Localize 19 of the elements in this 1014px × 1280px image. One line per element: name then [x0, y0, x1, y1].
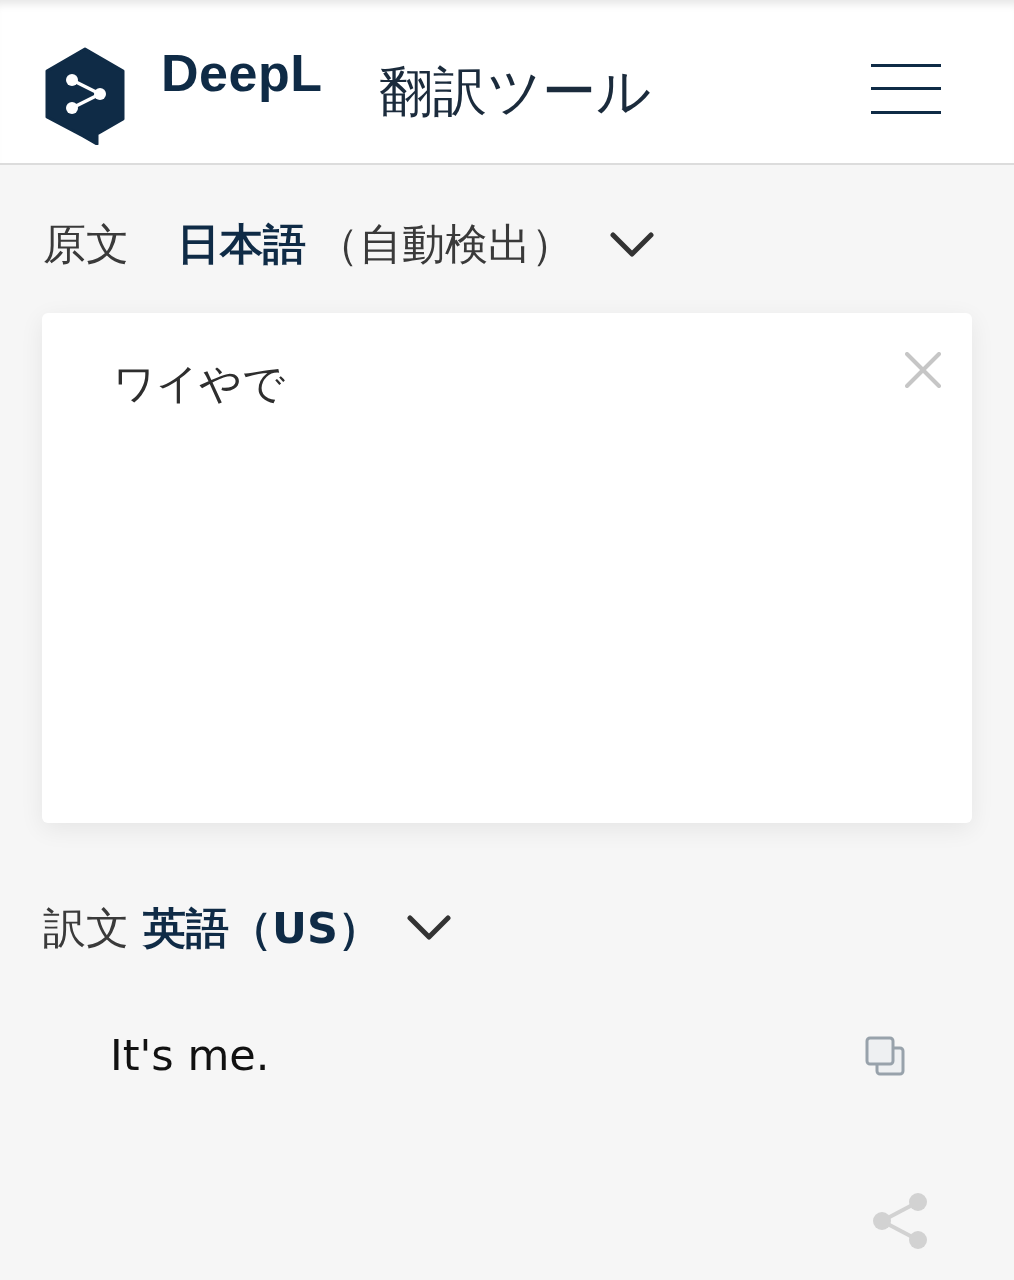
copy-icon	[865, 1036, 905, 1076]
target-label: 訳文	[43, 902, 129, 955]
source-label: 原文	[43, 219, 129, 271]
close-button[interactable]	[905, 351, 941, 388]
logo-icon	[45, 46, 125, 145]
menu-button[interactable]	[871, 63, 941, 114]
chevron-down-icon	[406, 915, 451, 942]
target-language-select[interactable]: 英語（US）	[143, 902, 451, 955]
source-text: ワイやで	[113, 358, 285, 409]
page-title: 翻訳ツール	[379, 61, 652, 122]
chevron-down-icon	[610, 231, 654, 258]
copy-button[interactable]	[865, 1036, 905, 1076]
source-text-field[interactable]: ワイやで	[42, 312, 972, 823]
share-icon	[872, 1191, 928, 1250]
menu-icon	[871, 63, 941, 114]
source-language-select[interactable]: 日本語 （自動検出）	[177, 219, 654, 271]
share-button[interactable]	[872, 1191, 928, 1250]
close-icon	[905, 351, 941, 388]
translation-text: It's me.	[110, 1030, 270, 1082]
